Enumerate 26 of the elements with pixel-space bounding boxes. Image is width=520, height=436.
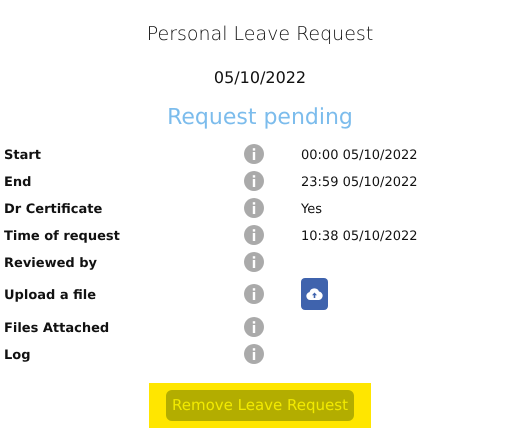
info-icon[interactable] [244, 144, 264, 164]
info-icon[interactable] [244, 316, 264, 336]
field-label: End [3, 174, 32, 190]
page-title: Personal Leave Request [146, 22, 374, 46]
field-value: 10:38 05/10/2022 [301, 228, 418, 244]
field-value: Yes [301, 202, 322, 216]
field-label: Dr Certificate [3, 202, 102, 216]
field-value: 23:59 05/10/2022 [301, 174, 418, 190]
info-icon[interactable] [244, 170, 264, 190]
remove-request-button[interactable]: Remove Leave Request [166, 390, 354, 420]
info-icon[interactable] [244, 224, 264, 244]
cloud-upload-icon [306, 288, 323, 300]
upload-button[interactable] [301, 278, 328, 310]
info-icon[interactable] [244, 344, 264, 364]
field-label: Files Attached [3, 320, 110, 336]
field-label: Log [3, 348, 31, 362]
field-label: Time of request [3, 228, 120, 244]
field-label: Upload a file [3, 288, 96, 303]
field-label: Start [3, 148, 41, 162]
field-label: Reviewed by [3, 256, 98, 270]
info-icon[interactable] [244, 252, 264, 272]
info-icon[interactable] [244, 198, 264, 218]
field-value: 00:00 05/10/2022 [301, 148, 418, 162]
request-status: Request pending [167, 104, 353, 132]
request-date: 05/10/2022 [214, 67, 306, 89]
info-icon[interactable] [244, 284, 264, 304]
